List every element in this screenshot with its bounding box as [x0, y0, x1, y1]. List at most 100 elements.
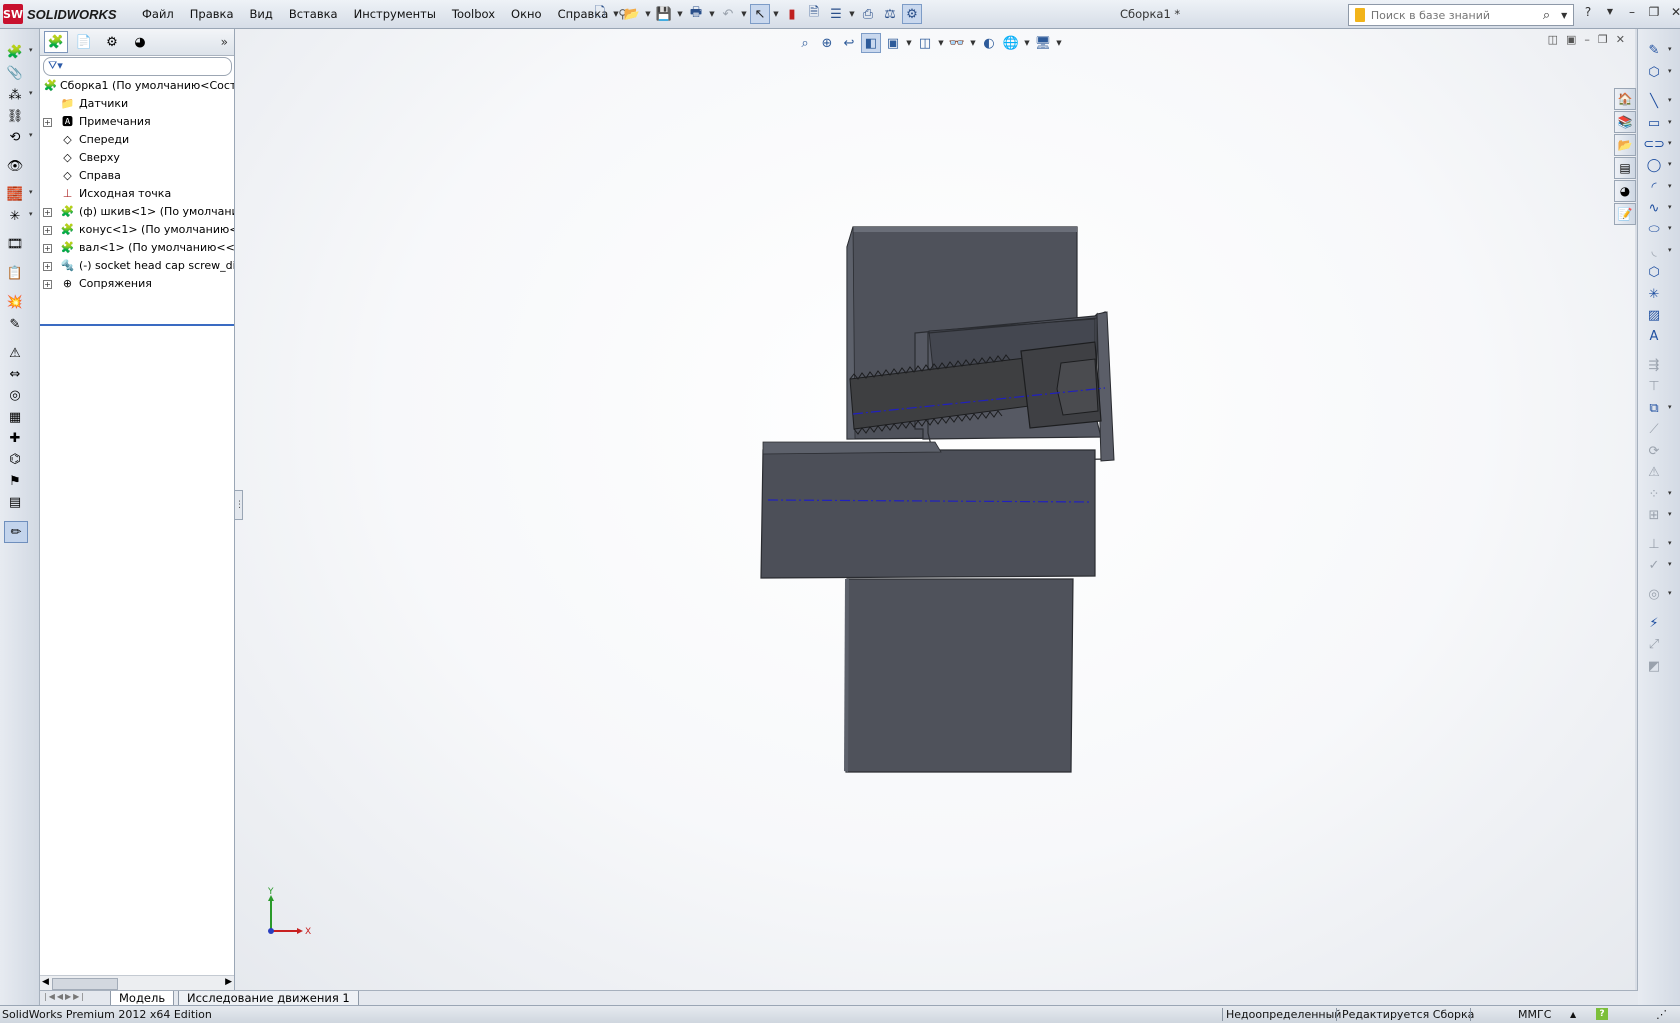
- reference-geometry-icon[interactable]: ✳: [4, 206, 33, 226]
- assembly-model[interactable]: [235, 29, 1635, 990]
- menu-view[interactable]: Вид: [242, 0, 281, 28]
- expand-icon[interactable]: +: [43, 208, 52, 217]
- assemblyxpert-icon[interactable]: ✚: [4, 428, 26, 448]
- text-icon[interactable]: A: [1644, 327, 1664, 345]
- exploded-view-icon[interactable]: 💥: [4, 292, 26, 312]
- print-icon[interactable]: 🖶: [686, 4, 706, 24]
- arc-icon[interactable]: ◜: [1644, 178, 1671, 196]
- tree-item-shaft[interactable]: + 🧩 вал<1> (По умолчанию<<По умолчанию>_…: [40, 239, 234, 257]
- tree-horizontal-scrollbar[interactable]: ◀ ▶: [40, 975, 234, 991]
- menu-window[interactable]: Окно: [503, 0, 550, 28]
- bill-of-materials-icon[interactable]: 📋: [4, 263, 26, 283]
- circle-icon[interactable]: ◯: [1644, 156, 1672, 174]
- line-icon[interactable]: ╲: [1644, 92, 1671, 110]
- menu-tools[interactable]: Инструменты: [346, 0, 444, 28]
- toolbar-mode-icon[interactable]: ⚙: [902, 4, 922, 24]
- scroll-right-icon[interactable]: ▶: [225, 977, 232, 987]
- assembly-visualization-icon[interactable]: ▦: [4, 407, 26, 427]
- options-dropdown-icon[interactable]: ▼: [848, 4, 856, 24]
- hole-alignment-icon[interactable]: ◎: [4, 385, 26, 405]
- minimize-button[interactable]: –: [1624, 4, 1640, 20]
- tab-motion-study[interactable]: Исследование движения 1: [178, 991, 359, 1006]
- select-dropdown-icon[interactable]: ▼: [772, 4, 780, 24]
- options-icon[interactable]: ☰: [826, 4, 846, 24]
- propertymanager-tab-icon[interactable]: 📄: [72, 31, 96, 53]
- tree-item-pulley[interactable]: + 🧩 (ф) шкив<1> (По умолчанию<<По умолча…: [40, 203, 234, 221]
- sketch-icon[interactable]: ✎: [1644, 41, 1672, 59]
- search-dropdown-icon[interactable]: ▼: [1555, 11, 1573, 20]
- clearance-verification-icon[interactable]: ⇔: [4, 364, 26, 384]
- close-button[interactable]: ✕: [1668, 4, 1680, 20]
- expand-icon[interactable]: +: [43, 226, 52, 235]
- solidworks-logo[interactable]: SW SOLIDWORKS: [3, 3, 128, 25]
- offset-entities-icon[interactable]: ⧉: [1644, 399, 1671, 417]
- tab-model[interactable]: Модель: [110, 991, 175, 1006]
- tree-item-screw[interactable]: + 🔩 (-) socket head cap screw_din<1>: [40, 257, 234, 275]
- menu-insert[interactable]: Вставка: [281, 0, 346, 28]
- design-library-icon[interactable]: 📚: [1614, 111, 1636, 133]
- tree-item-mates[interactable]: + ⊕ Сопряжения: [40, 275, 234, 293]
- panel-splitter[interactable]: ⋮: [234, 490, 244, 520]
- tree-item-front-plane[interactable]: ◇ Спереди: [40, 131, 234, 149]
- search-icon[interactable]: ⌕: [1538, 8, 1556, 23]
- filter-icon[interactable]: ⛛▾: [48, 59, 63, 73]
- pulley-lower-body[interactable]: [845, 578, 1074, 773]
- new-dropdown-icon[interactable]: ▼: [612, 4, 620, 24]
- spline-icon[interactable]: ∿: [1644, 199, 1672, 217]
- print-dropdown-icon[interactable]: ▼: [708, 4, 716, 24]
- rectangle-icon[interactable]: ▭: [1644, 114, 1672, 132]
- expand-icon[interactable]: +: [43, 280, 52, 289]
- expand-icon[interactable]: +: [43, 244, 52, 253]
- undo-icon[interactable]: ↶: [718, 4, 738, 24]
- file-explorer-icon[interactable]: 📂: [1614, 134, 1636, 156]
- tree-item-origin[interactable]: ⊥ Исходная точка: [40, 185, 234, 203]
- open-folder-icon[interactable]: 📂: [622, 4, 642, 24]
- graphics-area[interactable]: ⌕ ⊕ ↩ ◧ ▣ ▼ ◫ ▼ 👓 ▼ ◐ 🌐 ▼ 🖥 ▼ ◫ ▣ – ❐ ✕: [235, 29, 1635, 990]
- scroll-thumb[interactable]: [52, 978, 118, 990]
- tree-root[interactable]: 🧩 Сборка1 (По умолчанию<Состояние диспле…: [40, 77, 234, 95]
- select-pointer-icon[interactable]: ↖: [750, 4, 770, 24]
- shaft-body[interactable]: [760, 449, 1096, 579]
- units-dropdown-icon[interactable]: ▲: [1570, 1006, 1576, 1023]
- smart-dimension-icon[interactable]: ⬡: [1644, 63, 1671, 81]
- tree-item-top-plane[interactable]: ◇ Сверху: [40, 149, 234, 167]
- restore-button[interactable]: ❐: [1646, 4, 1662, 20]
- move-component-icon[interactable]: ⟲: [4, 127, 33, 147]
- smart-fasteners-icon[interactable]: ⛓: [4, 106, 26, 126]
- save-dropdown-icon[interactable]: ▼: [676, 4, 684, 24]
- tree-item-sensors[interactable]: 📁 Датчики: [40, 95, 234, 113]
- custom-properties-icon[interactable]: 📝: [1614, 203, 1636, 225]
- new-motion-study-icon[interactable]: 🎞: [4, 234, 26, 254]
- rollback-bar[interactable]: [40, 324, 234, 326]
- ellipse-icon[interactable]: ⬭: [1644, 220, 1671, 238]
- point-icon[interactable]: ✳: [1644, 285, 1664, 303]
- polygon-icon[interactable]: ⬡: [1644, 263, 1664, 281]
- instant3d-icon[interactable]: ⌬: [4, 449, 26, 469]
- open-dropdown-icon[interactable]: ▼: [644, 4, 652, 24]
- resize-grip-icon[interactable]: ⋰: [1656, 1006, 1667, 1023]
- configurationmanager-tab-icon[interactable]: ⚙: [100, 31, 124, 53]
- tree-item-annotations[interactable]: + 🅰 Примечания: [40, 113, 234, 131]
- linear-pattern-icon[interactable]: ⁂: [4, 85, 33, 105]
- expand-panel-icon[interactable]: »: [221, 35, 228, 49]
- quick-tips-help-icon[interactable]: ?: [1596, 1008, 1608, 1020]
- solidworks-resources-icon[interactable]: 🏠: [1614, 88, 1636, 110]
- measure-icon[interactable]: ⚖: [880, 4, 900, 24]
- expand-icon[interactable]: +: [43, 118, 52, 127]
- interference-detection-icon[interactable]: ⚠: [4, 343, 26, 363]
- tree-filter[interactable]: ⛛▾: [43, 57, 232, 76]
- show-hidden-icon[interactable]: 👁: [4, 156, 26, 176]
- status-units[interactable]: ММГС: [1518, 1006, 1551, 1023]
- scroll-left-icon[interactable]: ◀: [42, 977, 49, 987]
- menu-edit[interactable]: Правка: [182, 0, 242, 28]
- slot-icon[interactable]: ⊂⊃: [1643, 135, 1671, 153]
- appearances-icon[interactable]: ◕: [1614, 180, 1636, 202]
- search-input[interactable]: [1370, 8, 1538, 22]
- file-properties-icon[interactable]: 🗎: [804, 4, 824, 24]
- help-button[interactable]: ?: [1580, 4, 1596, 20]
- save-icon[interactable]: 💾: [654, 4, 674, 24]
- assembly-features-icon[interactable]: 🧱: [4, 184, 33, 204]
- mate-icon[interactable]: 📎: [4, 63, 26, 83]
- large-assembly-mode-icon[interactable]: ⚑: [4, 471, 26, 491]
- insert-component-icon[interactable]: 🧩: [4, 42, 33, 62]
